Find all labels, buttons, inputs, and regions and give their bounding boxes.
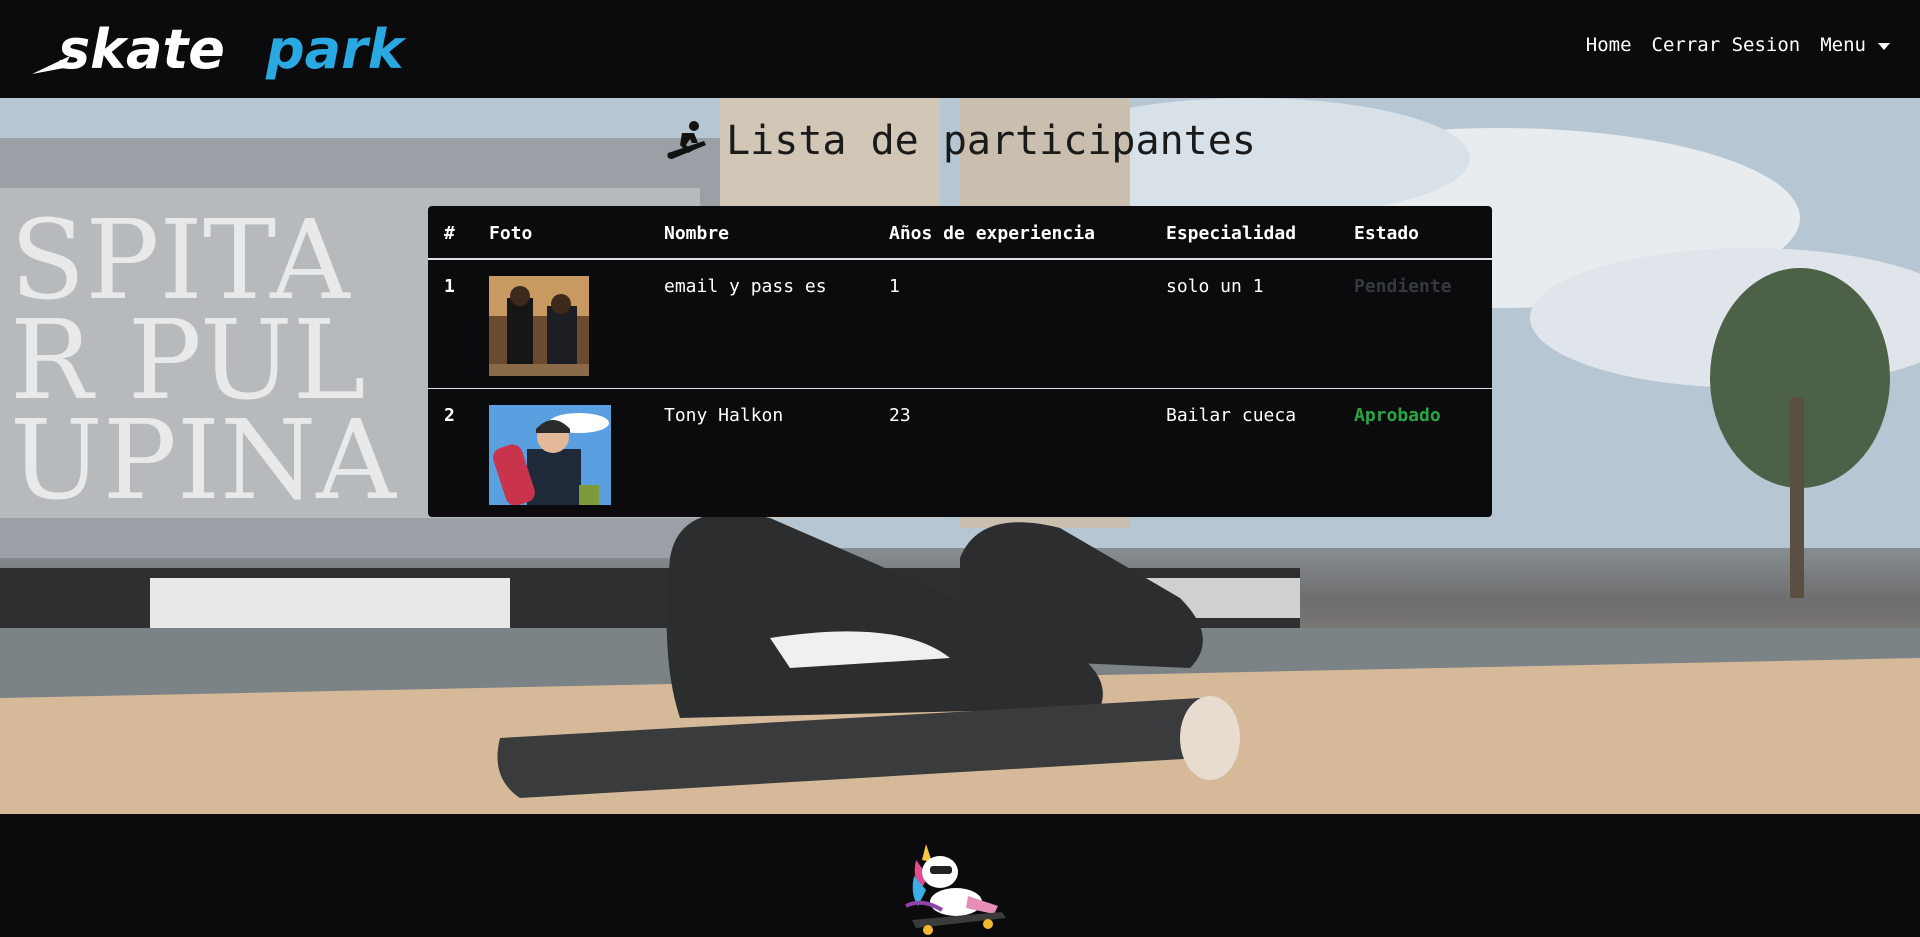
row-especialidad: Bailar cueca <box>1150 388 1338 517</box>
row-experiencia: 23 <box>873 388 1150 517</box>
navbar: skate park Home Cerrar Sesion Menu <box>0 0 1920 98</box>
col-header-estado: Estado <box>1338 206 1492 260</box>
row-estado-badge: Aprobado <box>1338 388 1492 517</box>
logo-text-park: park <box>265 18 407 80</box>
row-nombre: Tony Halkon <box>648 388 873 517</box>
col-header-experiencia: Años de experiencia <box>873 206 1150 260</box>
nav-links: Home Cerrar Sesion Menu <box>1586 34 1890 56</box>
row-num: 1 <box>444 276 455 297</box>
nav-home-link[interactable]: Home <box>1586 34 1632 56</box>
row-num: 2 <box>428 388 473 517</box>
participants-table: # Foto Nombre Años de experiencia Especi… <box>428 206 1492 517</box>
col-header-nombre: Nombre <box>648 206 873 260</box>
col-header-especialidad: Especialidad <box>1150 206 1338 260</box>
table-row: 1 email y pass es 1 solo un 1 Pendiente <box>428 259 1492 389</box>
row-estado-badge: Pendiente <box>1354 276 1452 297</box>
row-especialidad: solo un 1 <box>1166 276 1264 297</box>
caret-down-icon <box>1878 42 1890 50</box>
skatepark-logo[interactable]: skate park <box>30 18 450 80</box>
nav-logout-link[interactable]: Cerrar Sesion <box>1652 34 1801 56</box>
page-title: Lista de participantes <box>0 118 1920 164</box>
participants-table-container: # Foto Nombre Años de experiencia Especi… <box>428 206 1492 517</box>
table-header-row: # Foto Nombre Años de experiencia Especi… <box>428 206 1492 260</box>
col-header-num: # <box>428 206 473 260</box>
nav-menu-label: Menu <box>1820 34 1866 56</box>
nav-menu-dropdown[interactable]: Menu <box>1820 34 1890 56</box>
hero-section: SPITA R PUL UPINA Lista de participantes <box>0 98 1920 814</box>
col-header-foto: Foto <box>473 206 648 260</box>
logo-text-skate: skate <box>58 18 225 80</box>
unicorn-skater-icon <box>905 844 1006 935</box>
table-row: 2 Tony Halkon 23 Bailar cueca Aprobado <box>428 388 1492 517</box>
logo-graphic: skate park <box>32 18 407 80</box>
svg-text:UPINA: UPINA <box>10 396 397 524</box>
row-nombre: email y pass es <box>664 276 827 297</box>
row-experiencia: 1 <box>889 276 900 297</box>
participant-photo <box>489 276 589 376</box>
snowboarding-icon <box>667 121 707 159</box>
footer <box>0 814 1920 937</box>
row-photo-cell <box>473 259 648 389</box>
row-photo-cell <box>473 388 648 517</box>
page-title-text: Lista de participantes <box>726 118 1256 164</box>
participant-photo <box>489 405 611 505</box>
